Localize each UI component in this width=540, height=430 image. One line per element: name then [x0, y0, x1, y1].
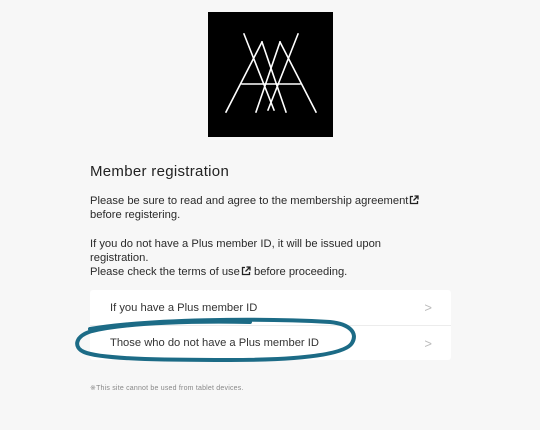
agreement-paragraph: Please be sure to read and agree to the … [90, 194, 450, 222]
external-link-icon [409, 195, 420, 205]
chevron-right-icon: > [424, 300, 432, 315]
option-has-plus-id[interactable]: If you have a Plus member ID > [90, 290, 451, 325]
interlaced-a-logo-icon [224, 32, 318, 114]
plus-id-line2: registration. [90, 252, 149, 264]
option-label: Those who do not have a Plus member ID [110, 337, 319, 349]
membership-agreement-link[interactable]: Please be sure to read and agree to the … [90, 195, 420, 207]
option-no-plus-id[interactable]: Those who do not have a Plus member ID > [90, 325, 451, 360]
tablet-warning-note: ※This site cannot be used from tablet de… [90, 385, 244, 392]
external-link-icon [241, 266, 251, 276]
terms-of-use-link[interactable]: Please check the terms of use [90, 266, 251, 278]
plus-id-paragraph: If you do not have a Plus member ID, it … [90, 237, 450, 279]
page-title: Member registration [90, 163, 230, 180]
option-label: If you have a Plus member ID [110, 301, 258, 314]
agreement-text: Please be sure to read and agree to the … [90, 195, 409, 207]
agreement-after-text: before registering. [90, 209, 181, 221]
registration-options: If you have a Plus member ID > Those who… [90, 290, 451, 360]
terms-text: Please check the terms of use [90, 266, 240, 278]
terms-after-text: before proceeding. [250, 266, 348, 278]
brand-logo [208, 12, 333, 137]
plus-id-line1: If you do not have a Plus member ID, it … [90, 238, 382, 250]
chevron-right-icon: > [424, 335, 432, 351]
